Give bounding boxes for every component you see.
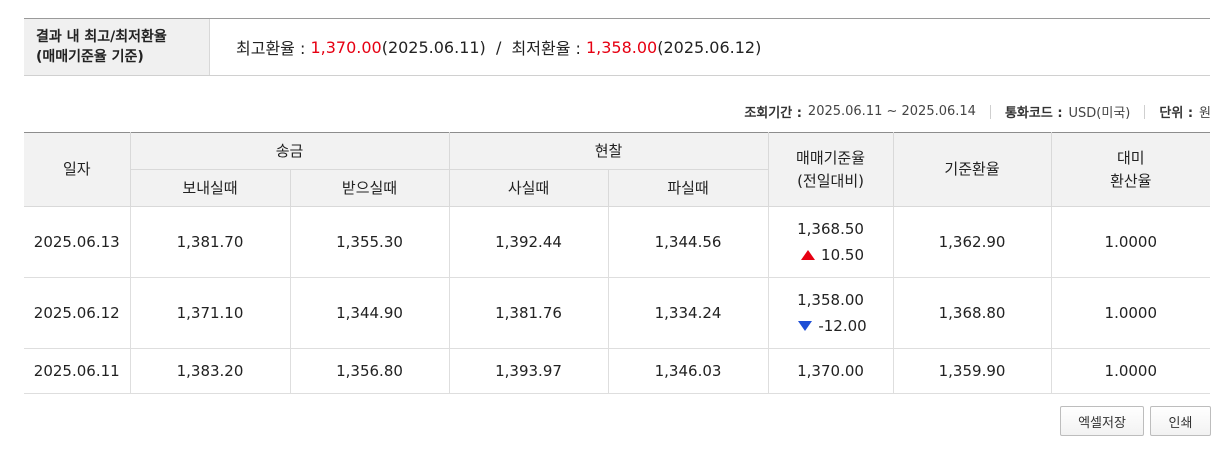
triangle-up-icon (801, 250, 816, 260)
triangle-down-icon (798, 321, 813, 331)
cell-standard-rate: 1,368.80 (892, 277, 1052, 349)
currency-value: USD(미국) (1068, 106, 1131, 121)
header-base-line2: (전일대비) (797, 171, 864, 190)
table-row: 2025.06.11 1,383.20 1,356.80 1,393.97 1,… (24, 348, 1211, 394)
cell-standard-rate: 1,359.90 (892, 348, 1052, 394)
cell-receive: 1,356.80 (289, 348, 450, 394)
cell-sell: 1,334.24 (607, 277, 769, 349)
rate-change: -12.00 (773, 313, 893, 339)
cell-date: 2025.06.11 (24, 348, 131, 394)
table-row: 2025.06.12 1,371.10 1,344.90 1,381.76 1,… (24, 277, 1211, 349)
cell-base-rate: 1,370.00 (767, 348, 894, 394)
cell-base-rate: 1,358.00 -12.00 (767, 277, 894, 349)
header-usd-conversion: 대미 환산율 (1050, 132, 1211, 207)
summary-divider: / (485, 37, 512, 57)
header-date: 일자 (24, 132, 131, 207)
summary-label-line2: (매매기준율 기준) (36, 49, 144, 65)
cell-buy: 1,381.76 (448, 277, 609, 349)
cell-send: 1,381.70 (129, 206, 291, 278)
header-buy: 사실때 (448, 169, 609, 207)
high-rate-value: 1,370.00 (310, 37, 382, 57)
rate-summary-box: 결과 내 최고/최저환율 (매매기준율 기준) 최고환율 : 1,370.00(… (24, 18, 1210, 76)
header-cash: 현찰 (448, 132, 769, 170)
cell-sell: 1,344.56 (607, 206, 769, 278)
cell-standard-rate: 1,362.90 (892, 206, 1052, 278)
header-base-line1: 매매기준율 (796, 148, 866, 167)
cell-send: 1,371.10 (129, 277, 291, 349)
table-row: 2025.06.13 1,381.70 1,355.30 1,392.44 1,… (24, 206, 1211, 278)
meta-divider (1144, 104, 1146, 119)
rate-change-value: -12.00 (818, 317, 867, 335)
exchange-rate-table: 일자 송금 현찰 매매기준율 (전일대비) 기준환율 대미 환산율 보내실때 받… (24, 132, 1211, 394)
cell-date: 2025.06.12 (24, 277, 131, 349)
header-base-rate: 매매기준율 (전일대비) (767, 132, 894, 207)
base-rate-value: 1,368.50 (797, 220, 864, 238)
cell-receive: 1,355.30 (289, 206, 450, 278)
summary-label-line1: 결과 내 최고/최저환율 (36, 29, 167, 45)
cell-date: 2025.06.13 (24, 206, 131, 278)
cell-buy: 1,392.44 (448, 206, 609, 278)
header-usd-line1: 대미 (1116, 148, 1145, 167)
high-rate-date: (2025.06.11) (381, 37, 486, 57)
rate-change: 10.50 (773, 242, 893, 268)
cell-sell: 1,346.03 (607, 348, 769, 394)
action-buttons: 엑셀저장 인쇄 (1060, 406, 1211, 436)
unit-value: 원 (1199, 106, 1211, 121)
currency-label: 통화코드 : (1004, 106, 1063, 121)
header-send: 보내실때 (130, 169, 291, 207)
period-label: 조회기간 : (744, 106, 802, 121)
cell-receive: 1,344.90 (289, 277, 450, 349)
excel-save-button[interactable]: 엑셀저장 (1060, 406, 1144, 436)
low-rate-value: 1,358.00 (585, 37, 658, 57)
cell-usd-conversion: 1.0000 (1050, 206, 1211, 278)
rate-change-value: 10.50 (821, 246, 864, 264)
low-rate-label: 최저환율 : (511, 39, 586, 58)
cell-send: 1,383.20 (129, 348, 291, 394)
print-button[interactable]: 인쇄 (1150, 406, 1211, 436)
cell-buy: 1,393.97 (448, 348, 609, 394)
query-meta: 조회기간 : 2025.06.11 ~ 2025.06.14 통화코드 : US… (744, 102, 1211, 121)
low-rate-date: (2025.06.12) (657, 37, 762, 57)
base-rate-value: 1,358.00 (797, 291, 864, 309)
cell-usd-conversion: 1.0000 (1050, 277, 1211, 349)
header-receive: 받으실때 (289, 169, 450, 207)
header-sell: 파실때 (607, 169, 769, 207)
header-remittance: 송금 (129, 132, 450, 170)
period-value: 2025.06.11 ~ 2025.06.14 (807, 104, 976, 119)
header-standard-rate: 기준환율 (892, 132, 1052, 207)
unit-label: 단위 : (1159, 106, 1194, 121)
cell-usd-conversion: 1.0000 (1050, 348, 1211, 394)
header-usd-line2: 환산율 (1110, 171, 1152, 190)
meta-divider (989, 104, 991, 119)
high-rate-label: 최고환율 : (236, 39, 311, 58)
cell-base-rate: 1,368.50 10.50 (767, 206, 894, 278)
summary-values: 최고환율 : 1,370.00 (2025.06.11) / 최저환율 : 1,3… (210, 19, 761, 75)
summary-label: 결과 내 최고/최저환율 (매매기준율 기준) (24, 19, 210, 75)
